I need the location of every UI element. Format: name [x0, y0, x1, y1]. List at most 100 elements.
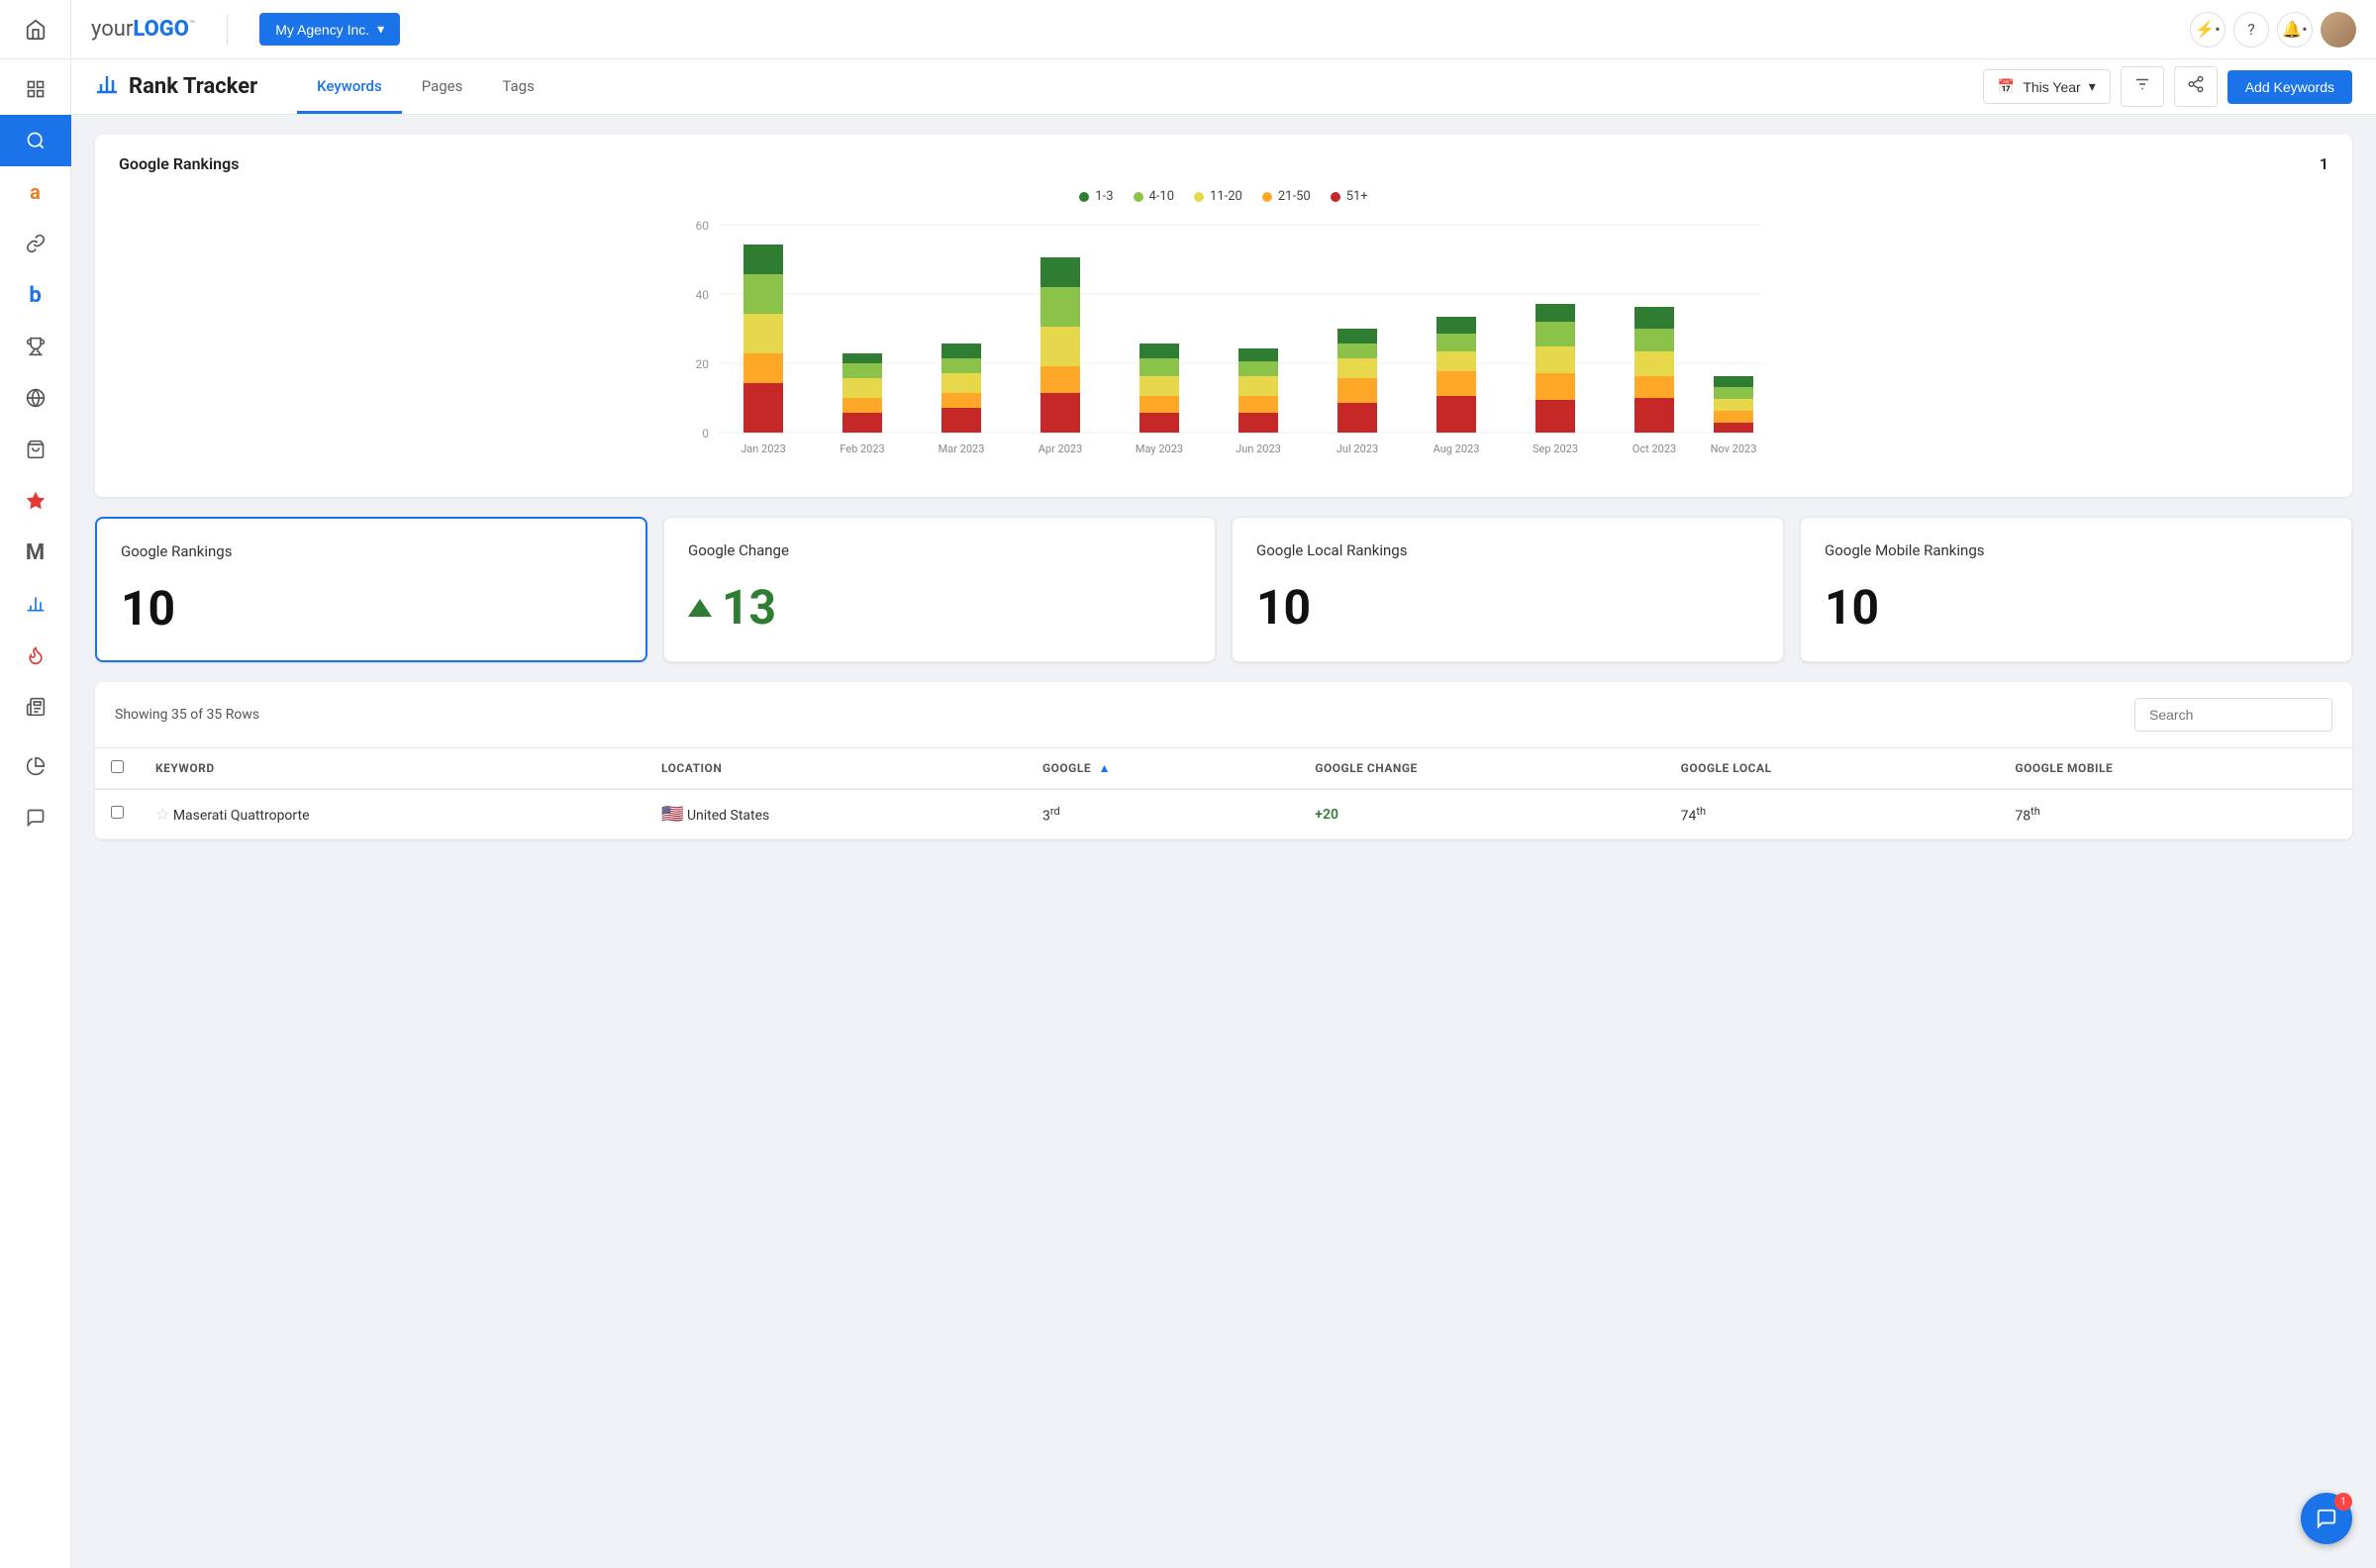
top-header: yourLOGO™ My Agency Inc. ▾ ⚡ • ? 🔔 •	[71, 0, 2376, 59]
legend-dot-11-20	[1194, 192, 1204, 202]
google-local-sup: th	[1696, 805, 1706, 818]
sub-header-right: 📅 This Year ▾ Add Keywords	[1983, 66, 2352, 107]
chevron-down-icon: ▾	[377, 21, 384, 38]
metric-google-mobile[interactable]: Google Mobile Rankings 10	[1800, 517, 2352, 662]
left-navigation: a b M	[0, 0, 71, 1568]
legend-dot-51plus	[1331, 192, 1340, 202]
filter-button[interactable]	[2121, 66, 2164, 107]
metric-google-mobile-value: 10	[1825, 579, 2327, 636]
legend-dot-21-50	[1262, 192, 1272, 202]
legend-4-10: 4-10	[1134, 189, 1175, 204]
google-local-col-label: GOOGLE LOCAL	[1681, 761, 1772, 775]
user-avatar[interactable]	[2321, 12, 2356, 48]
content-area: Google Rankings 1 1-3 4-10 11-20	[71, 115, 2376, 1568]
th-google-mobile: GOOGLE MOBILE	[1999, 748, 2352, 789]
row-keyword: ☆ Maserati Quattroporte	[140, 789, 645, 839]
sub-header: Rank Tracker Keywords Pages Tags 📅 This …	[71, 59, 2376, 115]
keywords-table: KEYWORD LOCATION GOOGLE ▲ GOOGLE CHANGE	[95, 748, 2352, 839]
metric-google-local[interactable]: Google Local Rankings 10	[1232, 517, 1784, 662]
logo: yourLOGO™	[91, 17, 195, 42]
agency-selector[interactable]: My Agency Inc. ▾	[259, 13, 400, 46]
nav-tag-icon[interactable]: a	[0, 166, 71, 218]
th-keyword: KEYWORD	[140, 748, 645, 789]
nav-chart-icon[interactable]	[0, 578, 71, 630]
chat-badge: 1	[2334, 1493, 2352, 1511]
google-col-label: GOOGLE	[1042, 761, 1091, 775]
nav-home-icon[interactable]	[0, 0, 71, 59]
lightning-icon: ⚡	[2195, 20, 2215, 39]
nav-newspaper-icon[interactable]	[0, 681, 71, 733]
share-button[interactable]	[2174, 66, 2218, 107]
table-info: Showing 35 of 35 Rows	[115, 707, 259, 723]
share-icon	[2187, 75, 2205, 93]
chart-header: Google Rankings 1	[119, 154, 2328, 173]
th-google-change: GOOGLE CHANGE	[1299, 748, 1664, 789]
bar-apr: Apr 2023	[1039, 257, 1083, 455]
svg-text:Jul 2023: Jul 2023	[1336, 442, 1378, 455]
nav-search-icon[interactable]	[0, 115, 71, 166]
tab-keywords[interactable]: Keywords	[297, 61, 402, 114]
table-search-input[interactable]	[2134, 698, 2332, 732]
bar-jul: Jul 2023	[1336, 329, 1378, 455]
tab-pages[interactable]: Pages	[402, 61, 483, 114]
table-row: ☆ Maserati Quattroporte 🇺🇸 United States…	[95, 789, 2352, 839]
chart-legend: 1-3 4-10 11-20 21-50 51+	[119, 189, 2328, 204]
tab-tags[interactable]: Tags	[482, 61, 553, 114]
date-filter-button[interactable]: 📅 This Year ▾	[1983, 69, 2111, 104]
page-title-area: Rank Tracker	[95, 72, 257, 102]
nav-link-icon[interactable]	[0, 218, 71, 269]
add-keywords-button[interactable]: Add Keywords	[2228, 70, 2352, 104]
star-icon[interactable]: ☆	[155, 805, 169, 824]
metric-google-change-value: 13	[688, 579, 1191, 636]
svg-text:Jan 2023: Jan 2023	[741, 442, 786, 455]
nav-grid-icon[interactable]	[0, 63, 71, 115]
calendar-icon: 📅	[1998, 78, 2015, 95]
th-google[interactable]: GOOGLE ▲	[1027, 748, 1299, 789]
row-checkbox[interactable]	[111, 806, 124, 819]
header-right: ⚡ • ? 🔔 •	[2190, 12, 2356, 48]
table-body: ☆ Maserati Quattroporte 🇺🇸 United States…	[95, 789, 2352, 839]
nav-flame-icon[interactable]	[0, 630, 71, 681]
google-mobile-value: 78	[2015, 808, 2030, 824]
select-all-checkbox[interactable]	[111, 760, 124, 773]
date-filter-label: This Year	[2023, 79, 2080, 95]
bar-jan: Jan 2023	[741, 245, 786, 455]
google-rank-value: 3	[1042, 808, 1050, 824]
sort-icon: ▲	[1099, 761, 1111, 775]
help-button[interactable]: ?	[2233, 12, 2269, 48]
nav-m-icon[interactable]: M	[0, 527, 71, 578]
google-rank-sup: rd	[1050, 805, 1060, 818]
metric-google-change[interactable]: Google Change 13	[663, 517, 1216, 662]
metric-google-mobile-label: Google Mobile Rankings	[1825, 541, 2327, 559]
svg-text:Oct 2023: Oct 2023	[1633, 442, 1676, 455]
nav-bag-icon[interactable]	[0, 424, 71, 475]
legend-21-50: 21-50	[1262, 189, 1311, 204]
nav-chat-icon[interactable]	[0, 792, 71, 843]
bell-icon: 🔔	[2282, 20, 2302, 39]
bar-chart-svg: 60 40 20 0	[119, 220, 2328, 477]
nav-trophy-icon[interactable]	[0, 321, 71, 372]
row-google-mobile: 78th	[1999, 789, 2352, 839]
lightning-button[interactable]: ⚡ •	[2190, 12, 2226, 48]
chat-button[interactable]: 1	[2301, 1493, 2352, 1544]
nav-star-icon[interactable]	[0, 475, 71, 527]
metric-google-rankings-label: Google Rankings	[121, 542, 622, 560]
bar-feb: Feb 2023	[840, 353, 884, 455]
svg-text:20: 20	[696, 357, 710, 371]
nav-pie-icon[interactable]	[0, 740, 71, 792]
location-col-label: LOCATION	[661, 761, 722, 775]
bar-mar: Mar 2023	[939, 343, 985, 455]
nav-globe-icon[interactable]	[0, 372, 71, 424]
svg-text:Apr 2023: Apr 2023	[1039, 442, 1083, 455]
svg-text:0: 0	[702, 427, 709, 441]
nav-b-icon[interactable]: b	[0, 269, 71, 321]
metric-google-rankings[interactable]: Google Rankings 10	[95, 517, 647, 662]
svg-text:40: 40	[696, 288, 710, 302]
metric-google-rankings-value: 10	[121, 580, 622, 637]
svg-text:Mar 2023: Mar 2023	[939, 442, 985, 455]
chart-number: 1	[2320, 154, 2328, 173]
notifications-button[interactable]: 🔔 •	[2277, 12, 2313, 48]
table-toolbar: Showing 35 of 35 Rows	[95, 682, 2352, 748]
svg-text:Feb 2023: Feb 2023	[840, 442, 884, 455]
select-all-header	[95, 748, 140, 789]
